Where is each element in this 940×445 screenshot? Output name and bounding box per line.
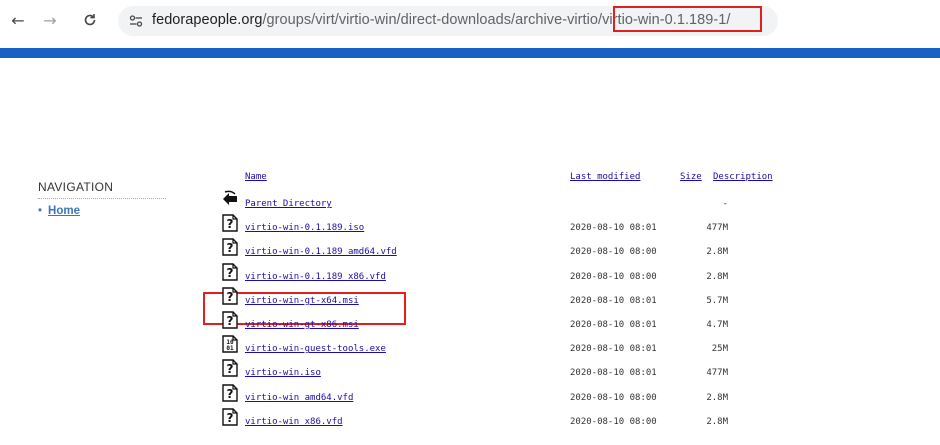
site-settings-icon[interactable] [128,13,144,29]
size-column-header[interactable]: Size [680,172,702,182]
file-size: 477M [706,223,728,234]
file-size: 2.8M [706,271,728,282]
url-highlight-box [613,6,762,32]
navigation-divider [38,198,166,199]
svg-text:?: ? [227,290,234,304]
file-date: 2020-08-10 08:01 [570,344,657,355]
svg-text:?: ? [227,314,234,328]
svg-text:?: ? [227,362,234,376]
navigation-heading: NAVIGATION [38,180,114,194]
home-link[interactable]: Home [48,205,80,217]
svg-text:?: ? [227,217,234,231]
sidebar: NAVIGATION • Home [38,180,168,217]
file-date: 2020-08-10 08:01 [570,295,657,306]
directory-listing: Name Last modified Size Description Pare… [0,0,940,445]
file-size: - [722,199,728,209]
svg-text:?: ? [227,241,234,255]
unknown-file-icon: ? [222,262,238,281]
svg-text:?: ? [227,411,234,425]
file-date: 2020-08-10 08:00 [570,247,657,258]
svg-text:?: ? [227,387,234,401]
file-size: 2.8M [706,247,728,258]
binary-file-icon: 1001 [222,335,238,353]
forward-icon[interactable]: → [38,8,62,32]
unknown-file-icon: ? [222,311,238,329]
file-size: 25M [711,344,728,355]
file-size: 477M [706,368,728,379]
file-link[interactable]: virtio-win.iso [245,368,321,378]
unknown-file-icon: ? [222,238,238,257]
browser-toolbar: ← → fedorapeople.org/groups/virt/virtio-… [0,0,940,44]
last-modified-column-header[interactable]: Last modified [570,172,640,182]
bullet-icon: • [38,205,43,217]
nav-item-home: • Home [38,205,168,217]
back-arrow-icon [223,190,237,205]
url-host: fedorapeople.org [152,12,263,28]
file-link[interactable]: virtio-win_x86.vfd [245,417,343,427]
file-link[interactable]: virtio-win-gt-x86.msi [245,320,359,330]
file-date: 2020-08-10 08:00 [570,392,657,403]
unknown-file-icon: ? [222,383,238,402]
file-link[interactable]: virtio-win_amd64.vfd [245,393,353,403]
parent-directory-link[interactable]: Parent Directory [245,199,332,209]
name-column-header[interactable]: Name [245,172,267,182]
unknown-file-icon: ? [222,359,238,378]
file-size: 2.8M [706,416,728,427]
file-date: 2020-08-10 08:01 [570,320,657,330]
file-date: 2020-08-10 08:01 [570,223,657,234]
file-link[interactable]: virtio-win-0.1.189.iso [245,223,364,233]
file-size: 4.7M [706,320,728,330]
file-date: 2020-08-10 08:00 [570,416,657,427]
unknown-file-icon: ? [222,214,238,232]
navigation-list: • Home [38,205,168,217]
file-size: 2.8M [706,392,728,403]
file-link[interactable]: virtio-win-guest-tools.exe [245,344,386,354]
description-column-header[interactable]: Description [713,172,773,182]
file-size: 5.7M [706,295,728,306]
file-date: 2020-08-10 08:00 [570,271,657,282]
svg-text:01: 01 [226,345,234,352]
header-accent-bar [0,48,940,58]
svg-text:?: ? [227,266,234,280]
reload-icon[interactable] [78,8,102,32]
back-icon[interactable]: ← [6,8,30,32]
file-link[interactable]: virtio-win-0.1.189_x86.vfd [245,272,386,282]
unknown-file-icon: ? [222,408,238,426]
file-date: 2020-08-10 08:01 [570,368,657,379]
file-link[interactable]: virtio-win-gt-x64.msi [245,296,359,306]
file-link[interactable]: virtio-win-0.1.189_amd64.vfd [245,247,397,257]
unknown-file-icon: ? [222,287,238,305]
